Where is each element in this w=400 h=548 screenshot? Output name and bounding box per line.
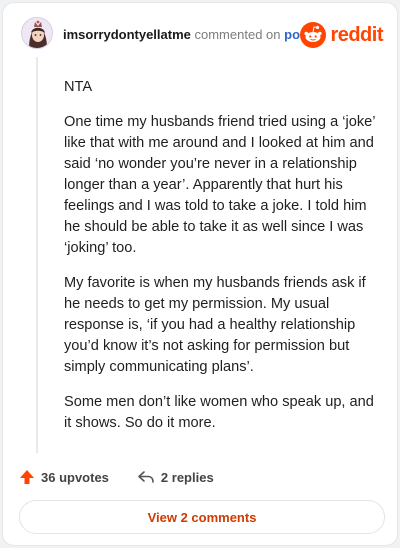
replies-button[interactable]: 2 replies — [137, 469, 214, 485]
comment-paragraph: My favorite is when my husbands friends … — [64, 275, 366, 375]
thread-line — [36, 57, 38, 453]
upvote-arrow-icon — [20, 470, 34, 484]
avatar-icon — [22, 18, 52, 48]
action-text: commented on — [194, 27, 281, 42]
comment-paragraph: One time my husbands friend tried using … — [64, 114, 375, 256]
comment-body: NTA One time my husbands friend tried us… — [64, 77, 382, 448]
reply-arrow-icon — [138, 471, 154, 483]
view-comments-button[interactable]: View 2 comments — [19, 500, 385, 534]
brand-wordmark: reddit — [330, 23, 383, 46]
comment-paragraph: Some men don’t like women who speak up, … — [64, 394, 374, 431]
reddit-logo-icon — [300, 22, 327, 48]
reddit-logo[interactable]: reddit — [300, 21, 383, 49]
comment-meta: imsorrydontyellatme commented on post — [63, 27, 312, 42]
comment-header: imsorrydontyellatme commented on post re… — [21, 17, 383, 57]
replies-count: 2 replies — [160, 469, 214, 485]
upvote-count: 36 upvotes — [41, 469, 109, 485]
comment-card: imsorrydontyellatme commented on post re… — [2, 2, 398, 546]
username[interactable]: imsorrydontyellatme — [63, 27, 191, 42]
avatar[interactable] — [21, 17, 53, 49]
upvote-button[interactable]: 36 upvotes — [19, 469, 109, 485]
comment-footer: 36 upvotes 2 replies — [19, 465, 214, 489]
comment-paragraph: NTA — [64, 79, 93, 95]
